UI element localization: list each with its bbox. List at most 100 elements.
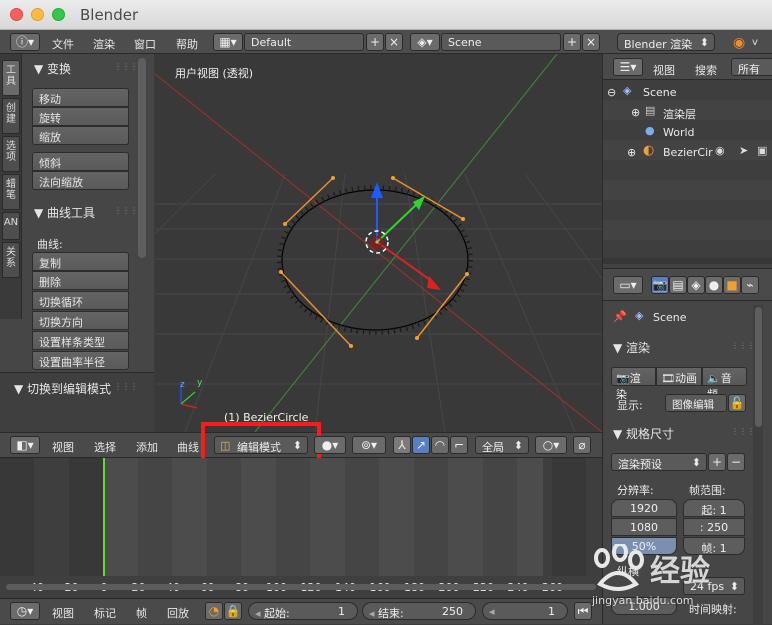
scale-button[interactable]: 缩放 (32, 126, 129, 145)
frame-start-field[interactable]: 起: 1 (683, 499, 745, 517)
menu-add[interactable]: 添加 (136, 439, 158, 455)
scene-field[interactable]: Scene (441, 33, 561, 51)
expand-icon[interactable]: ⊕ (631, 106, 640, 119)
object-tab-icon[interactable]: ■ (723, 276, 741, 294)
duplicate-button[interactable]: 复制 (32, 252, 129, 271)
rotate-manipulator-icon[interactable]: ◠ (431, 436, 449, 454)
menu-curve[interactable]: 曲线 (177, 439, 199, 455)
menu-timeline-view[interactable]: 视图 (52, 605, 74, 621)
transform-panel-header[interactable]: ▼ 变换 (34, 60, 71, 77)
orientation-select[interactable]: 全局 ⬍ (475, 436, 529, 454)
tab-options[interactable]: 选项 (2, 136, 20, 172)
menu-frame[interactable]: 帧 (136, 605, 147, 621)
toggle-cyclic-button[interactable]: 切换循环 (32, 291, 129, 310)
timeline-scrollbar[interactable] (6, 584, 596, 590)
minimize-window-button[interactable] (31, 8, 44, 21)
outliner[interactable]: ☰▾ 视图 搜索 所有场 ⊖ ◈ Scene ⊕ ▤ 渲染层 ● World ⊕… (602, 54, 772, 268)
outliner-search-menu[interactable]: 搜索 (695, 62, 717, 78)
set-radius-button[interactable]: 设置曲率半径 (32, 351, 129, 370)
scene-tab-icon[interactable]: ◈ (687, 276, 705, 294)
outliner-item-render-layers[interactable]: 渲染层 (663, 106, 696, 122)
menu-select[interactable]: 选择 (94, 439, 116, 455)
camera-render-icon[interactable]: ▣ (757, 144, 767, 157)
menu-window[interactable]: 窗口 (134, 36, 156, 52)
close-window-button[interactable] (10, 8, 23, 21)
translate-manipulator-icon[interactable]: ↗ (412, 436, 430, 454)
outliner-item-world[interactable]: World (663, 126, 695, 139)
render-engine-select[interactable]: Blender 渲染 ⬍ (617, 33, 715, 51)
add-layout-icon[interactable]: + (366, 33, 384, 51)
3d-viewport[interactable]: 用户视图 (透视) z y (1) BezierCircle (155, 54, 602, 432)
menu-file[interactable]: 文件 (52, 36, 74, 52)
viewport-editor-type-button[interactable]: ◧▾ (10, 436, 40, 454)
operator-panel-header[interactable]: ▼ 切换到编辑模式 (14, 380, 111, 397)
rotate-button[interactable]: 旋转 (32, 107, 129, 126)
menu-render[interactable]: 渲染 (93, 36, 115, 52)
timeline-editor-type-button[interactable]: ◷▾ (10, 602, 40, 620)
curve-tools-panel-header[interactable]: ▼ 曲线工具 (34, 204, 95, 221)
pin-icon[interactable]: 📌 (613, 310, 627, 323)
proportional-edit-select[interactable]: ○▾ (535, 436, 567, 454)
menu-marker[interactable]: 标记 (94, 605, 116, 621)
tilt-button[interactable]: 倾斜 (32, 152, 129, 171)
outliner-scrollbar[interactable] (603, 258, 772, 264)
remove-scene-icon[interactable]: × (582, 33, 600, 51)
properties-scrollbar[interactable] (755, 307, 762, 427)
cursor-select-icon[interactable]: ➤ (739, 144, 748, 157)
mode-select[interactable]: ◫ 编辑模式 ⬍ (214, 436, 308, 454)
scale-manipulator-icon[interactable]: ⌐ (450, 436, 468, 454)
layout-selector-icon[interactable]: ▦▾ (213, 33, 243, 51)
shading-select[interactable]: ●▾ (314, 436, 346, 454)
resolution-x-field[interactable]: 1920 (611, 499, 677, 517)
panel-grip-icon[interactable]: ⋮⋮⋮ (114, 62, 138, 71)
render-audio-button[interactable]: 🔈音频 (702, 367, 747, 401)
add-scene-icon[interactable]: + (563, 33, 581, 51)
world-tab-icon[interactable]: ● (705, 276, 723, 294)
snap-toggle-icon[interactable]: ⌀ (573, 436, 591, 454)
render-tab-icon[interactable]: 📷 (651, 276, 669, 294)
timeline-editor[interactable]: -40-200204060801001201401601802002202402… (0, 458, 602, 598)
render-panel-header[interactable]: ▼ 渲染 (613, 339, 650, 356)
layout-field[interactable]: Default (244, 33, 364, 51)
display-select[interactable]: 图像编辑 (665, 394, 727, 412)
current-frame-line[interactable] (103, 458, 105, 576)
tool-shelf-scrollbar[interactable] (138, 58, 146, 258)
expand-icon[interactable]: ⊖ (607, 86, 616, 99)
info-editor-type-button[interactable]: ⓘ▾ (10, 33, 40, 51)
zoom-window-button[interactable] (52, 8, 65, 21)
switch-direction-button[interactable]: 切换方向 (32, 311, 129, 330)
end-frame-field[interactable]: ◂ 结束: 250 (362, 602, 476, 620)
pivot-select[interactable]: ⊚▾ (352, 436, 386, 454)
tab-relations[interactable]: 关系 (2, 242, 20, 278)
outliner-item-bezier[interactable]: BezierCirc (663, 146, 713, 159)
properties-editor-type-button[interactable]: ▭▾ (613, 276, 643, 294)
tab-an[interactable]: AN (2, 212, 20, 240)
render-preset-select[interactable]: 渲染预设 ⬍ (611, 453, 707, 471)
menu-playback[interactable]: 回放 (167, 605, 189, 621)
tab-tools[interactable]: 工具 (2, 60, 20, 96)
panel-grip-icon[interactable]: ⋮⋮⋮ (731, 341, 755, 350)
outliner-view-menu[interactable]: 视图 (653, 62, 675, 78)
remove-preset-icon[interactable]: − (727, 453, 745, 471)
outliner-filter-select[interactable]: 所有场 (731, 58, 772, 92)
menu-view[interactable]: 视图 (52, 439, 74, 455)
tab-grease-pencil[interactable]: 蜡笔 (2, 174, 20, 210)
panel-grip-icon[interactable]: ⋮⋮⋮ (114, 382, 138, 391)
render-layers-tab-icon[interactable]: ▤ (669, 276, 687, 294)
start-frame-field[interactable]: ◂ 起始: 1 (248, 602, 358, 620)
dimensions-panel-header[interactable]: ▼ 规格尺寸 (613, 425, 674, 442)
scene-selector-icon[interactable]: ◈▾ (410, 33, 440, 51)
current-frame-field[interactable]: ◂ 1 (482, 602, 568, 620)
lock-icon[interactable]: 🔒 (224, 602, 242, 620)
expand-icon[interactable]: ⊕ (627, 146, 636, 159)
move-button[interactable]: 移动 (32, 88, 129, 107)
panel-grip-icon[interactable]: ⋮⋮⋮ (731, 427, 755, 436)
manipulator-toggle-icon[interactable]: ⅄ (393, 436, 411, 454)
menu-help[interactable]: 帮助 (176, 36, 198, 52)
frame-end-field[interactable]: : 250 (683, 518, 745, 536)
lock-interface-icon[interactable]: 🔓 (728, 394, 746, 412)
add-preset-icon[interactable]: + (708, 453, 726, 471)
resolution-y-field[interactable]: 1080 (611, 518, 677, 536)
remove-layout-icon[interactable]: × (385, 33, 403, 51)
eye-icon[interactable]: ◉ (715, 144, 725, 157)
